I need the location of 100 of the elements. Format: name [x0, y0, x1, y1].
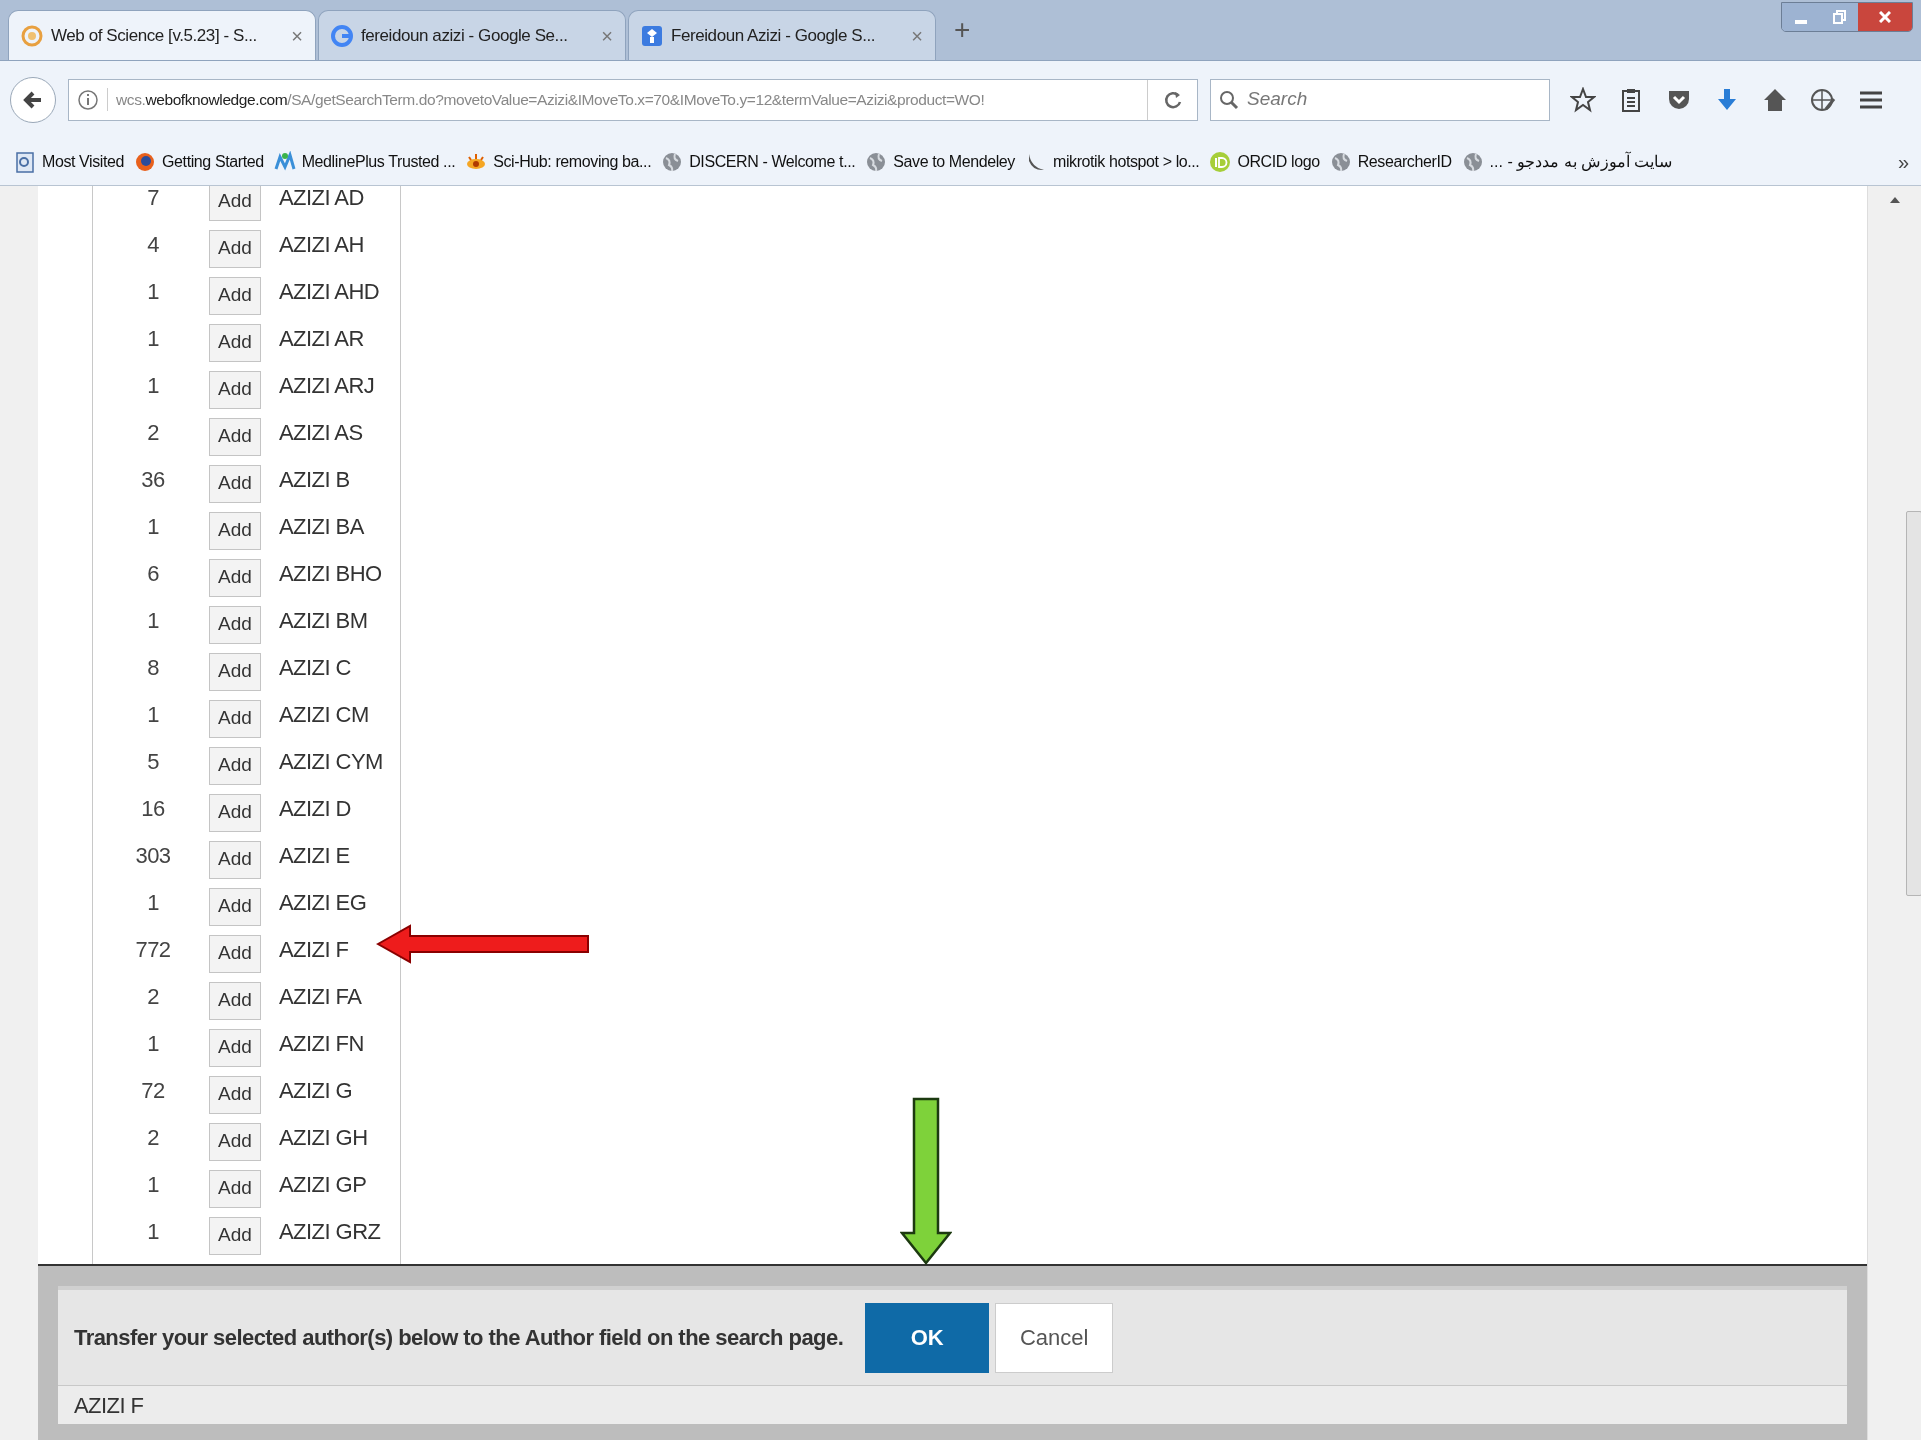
- author-name: AZIZI BM: [279, 607, 368, 635]
- ring-logo-icon: [21, 24, 43, 47]
- add-button[interactable]: Add: [209, 186, 261, 221]
- figure-logo-icon: [273, 150, 296, 173]
- record-count: 1: [146, 278, 160, 306]
- browser-tab[interactable]: Fereidoun Azizi - Google S... ×: [628, 10, 936, 60]
- record-count: 772: [134, 936, 172, 964]
- ok-button[interactable]: OK: [865, 1302, 990, 1373]
- tab-title: Fereidoun Azizi - Google S...: [671, 24, 877, 47]
- record-count: 4: [146, 231, 160, 259]
- add-button[interactable]: Add: [209, 981, 261, 1020]
- new-tab-button[interactable]: +: [938, 9, 987, 51]
- bookmark-item[interactable]: Sci-Hub: removing ba...: [465, 149, 652, 174]
- bookmark-item[interactable]: ORCID logo: [1209, 149, 1320, 174]
- bookmark-item[interactable]: ResearcherID: [1329, 149, 1452, 174]
- bookmark-star-icon: [1570, 86, 1596, 113]
- globe-icon: [661, 150, 684, 173]
- tab-close-button[interactable]: ×: [291, 20, 303, 51]
- selected-authors-text: AZIZI F: [74, 1391, 144, 1420]
- author-name: AZIZI ARJ: [279, 372, 375, 400]
- bookmark-star-button[interactable]: [1570, 86, 1596, 113]
- author-name: AZIZI AH: [279, 231, 364, 259]
- record-count: 2: [146, 983, 160, 1011]
- restore-icon: [1832, 10, 1846, 24]
- bookmark-item[interactable]: Save to Mendeley: [865, 149, 1015, 174]
- bookmark-item[interactable]: Getting Started: [134, 149, 264, 174]
- bookmark-item[interactable]: Most Visited: [14, 149, 125, 174]
- bookmark-item[interactable]: mikrotik hotspot > lo...: [1024, 149, 1200, 174]
- bookmark-item[interactable]: MedlinePlus Trusted ...: [273, 149, 456, 174]
- scrollbar[interactable]: [1867, 186, 1921, 1440]
- author-name: AZIZI D: [279, 795, 351, 823]
- browser-tab[interactable]: fereidoun azizi - Google Se... ×: [318, 10, 626, 60]
- tab-title: Web of Science [v.5.23] - S...: [51, 24, 258, 47]
- author-name: AZIZI AHD: [279, 278, 380, 306]
- add-button[interactable]: Add: [209, 464, 261, 503]
- author-name: AZIZI CYM: [279, 748, 383, 776]
- globe-pencil-button[interactable]: [1810, 86, 1836, 113]
- close-button[interactable]: [1858, 3, 1912, 31]
- add-button[interactable]: Add: [209, 1122, 261, 1161]
- bookmark-item[interactable]: DISCERN - Welcome t...: [661, 149, 856, 174]
- search-input[interactable]: Search: [1247, 85, 1541, 114]
- address-bar[interactable]: wcs.webofknowledge.com/SA/getSearchTerm.do?movetoValue=Azizi&IMoveTo.x=70&IMoveTo.y=12&termValue=Azizi&product=WO!: [68, 78, 1198, 121]
- author-name: AZIZI C: [279, 654, 351, 682]
- add-button[interactable]: Add: [209, 1169, 261, 1208]
- author-name: AZIZI F: [279, 936, 349, 964]
- record-count: 1: [146, 1030, 160, 1058]
- record-count: 1: [146, 325, 160, 353]
- scrollbar-thumb[interactable]: [1906, 511, 1921, 896]
- bookmark-item[interactable]: ... - سایت آموزش به مددجو: [1461, 149, 1673, 174]
- search-icon: [1219, 89, 1239, 110]
- author-name: AZIZI GH: [279, 1124, 368, 1152]
- author-name: AZIZI GRZ: [279, 1218, 381, 1246]
- record-count: 1: [146, 701, 160, 729]
- record-count: 1: [146, 607, 160, 635]
- search-field[interactable]: Search: [1210, 78, 1550, 121]
- cancel-button[interactable]: Cancel: [995, 1302, 1114, 1373]
- url-text: wcs.webofknowledge.com/SA/getSearchTerm.do?movetoValue=Azizi&IMoveTo.x=70&IMoveTo.y=12&termValue=Azizi&product=WO!: [107, 87, 1147, 112]
- add-button[interactable]: Add: [209, 558, 261, 597]
- record-count: 303: [134, 842, 172, 870]
- author-name: AZIZI GP: [279, 1171, 367, 1199]
- author-name: AZIZI CM: [279, 701, 369, 729]
- record-count: 1: [146, 1171, 160, 1199]
- author-name: AZIZI AD: [279, 186, 364, 212]
- home-icon: [1762, 86, 1788, 113]
- fox-globe-icon: [134, 150, 157, 173]
- author-name: AZIZI E: [279, 842, 350, 870]
- add-button[interactable]: Add: [209, 229, 261, 268]
- id-circle-icon: [1209, 150, 1232, 173]
- add-button[interactable]: Add: [209, 370, 261, 409]
- add-button[interactable]: Add: [209, 887, 261, 926]
- globe-icon: [1329, 150, 1352, 173]
- record-count: 2: [146, 1124, 160, 1152]
- globe-icon: [865, 150, 888, 173]
- transfer-message: Transfer your selected author(s) below to the Author field on the search page.: [74, 1324, 844, 1352]
- browser-tab[interactable]: Web of Science [v.5.23] - S... ×: [8, 10, 316, 60]
- add-button[interactable]: Add: [209, 699, 261, 738]
- record-count: 1: [146, 372, 160, 400]
- add-button[interactable]: Add: [209, 934, 261, 973]
- add-button[interactable]: Add: [209, 605, 261, 644]
- add-button[interactable]: Add: [209, 1216, 261, 1255]
- page-icon: [14, 150, 36, 173]
- tab-title: fereidoun azizi - Google Se...: [361, 24, 569, 47]
- author-name: AZIZI BHO: [279, 560, 382, 588]
- add-button[interactable]: Add: [209, 840, 261, 879]
- home-button[interactable]: [1762, 86, 1788, 113]
- record-count: 36: [140, 466, 166, 494]
- add-button[interactable]: Add: [209, 652, 261, 691]
- close-icon: [1879, 11, 1891, 23]
- letter-logo-icon: [331, 24, 353, 47]
- add-button[interactable]: Add: [209, 276, 261, 315]
- add-button[interactable]: Add: [209, 793, 261, 832]
- record-count: 7: [146, 186, 160, 212]
- add-button[interactable]: Add: [209, 1075, 261, 1114]
- add-button[interactable]: Add: [209, 323, 261, 362]
- add-button[interactable]: Add: [209, 417, 261, 456]
- add-button[interactable]: Add: [209, 1028, 261, 1067]
- add-button[interactable]: Add: [209, 511, 261, 550]
- more-bookmarks-button[interactable]: »: [1897, 146, 1909, 177]
- back-button[interactable]: [10, 76, 56, 123]
- add-button[interactable]: Add: [209, 746, 261, 785]
